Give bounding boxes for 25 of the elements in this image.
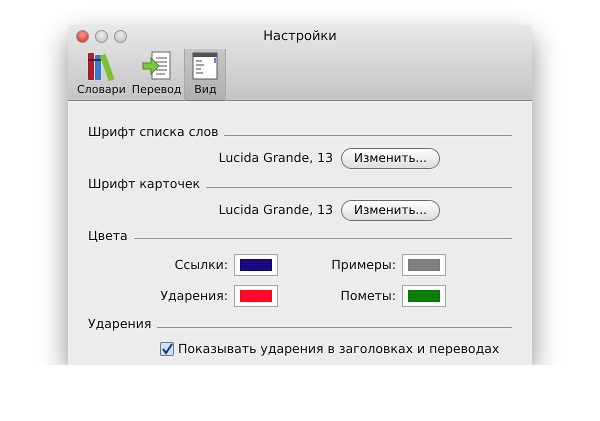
minimize-button[interactable] [95,30,108,43]
toolbar-tab[interactable]: Вид [184,49,226,101]
checkbox[interactable] [160,342,174,356]
toolbar-tab[interactable]: Словари [74,49,129,101]
toolbar-tab[interactable]: Перевод [128,49,184,101]
section-title: Цвета [88,226,128,244]
color-label: Ударения: [159,286,228,305]
font-value: Lucida Grande, 13 [218,148,334,167]
change-button[interactable]: Изменить... [341,200,440,220]
section-title: Ударения [88,315,152,334]
color-label: Пометы: [339,286,396,305]
color-label: Примеры: [330,256,396,274]
section-title: Шрифт списка слов [88,123,218,141]
window-title: Настройки [263,28,337,46]
change-button[interactable]: Изменить... [341,148,440,169]
font-value: Lucida Grande, 13 [218,200,334,219]
color-label: Ссылки: [174,256,228,274]
section-title: Шрифт карточек [88,174,200,193]
color-well[interactable] [234,285,278,308]
zoom-button[interactable] [114,30,127,43]
close-button[interactable] [76,30,89,43]
color-well[interactable] [402,254,446,276]
color-well[interactable] [234,254,278,276]
checkbox-label: Показывать ударения в заголовках и переводах [178,340,500,358]
color-well[interactable] [402,285,446,308]
